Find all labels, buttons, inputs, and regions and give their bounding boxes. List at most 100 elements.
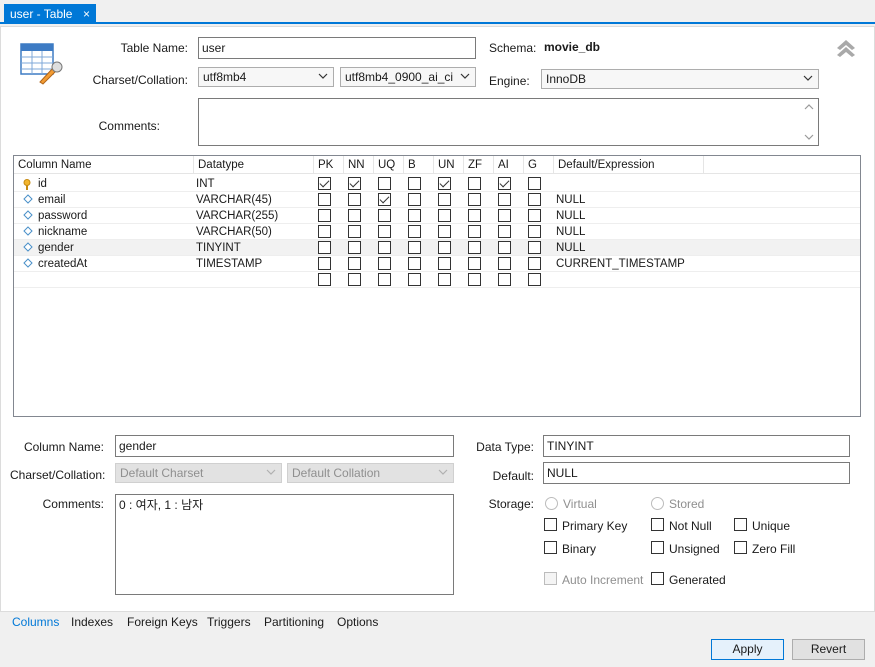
ai-checkbox[interactable]: [498, 209, 511, 222]
tab-user-table[interactable]: user - Table ×: [4, 4, 96, 24]
ai-checkbox[interactable]: [498, 273, 511, 286]
ai-checkbox[interactable]: [498, 241, 511, 254]
b-checkbox[interactable]: [408, 193, 421, 206]
pk-checkbox[interactable]: [318, 273, 331, 286]
g-checkbox[interactable]: [528, 177, 541, 190]
unique-checkbox[interactable]: [734, 518, 747, 531]
un-checkbox[interactable]: [438, 273, 451, 286]
column-comments-textarea[interactable]: 0 : 여자, 1 : 남자: [115, 494, 454, 595]
nn-checkbox[interactable]: [348, 209, 361, 222]
pk-checkbox[interactable]: [318, 209, 331, 222]
generated-checkbox[interactable]: [651, 572, 664, 585]
nn-checkbox[interactable]: [348, 241, 361, 254]
column-name-cell[interactable]: id: [38, 176, 47, 192]
collapse-up-icon[interactable]: [835, 36, 857, 58]
pk-checkbox[interactable]: [318, 225, 331, 238]
b-checkbox[interactable]: [408, 257, 421, 270]
b-checkbox[interactable]: [408, 241, 421, 254]
uq-checkbox[interactable]: [378, 177, 391, 190]
table-name-input[interactable]: user: [198, 37, 476, 59]
zf-checkbox[interactable]: [468, 273, 481, 286]
pk-checkbox[interactable]: [318, 241, 331, 254]
table-row[interactable]: gender TINYINT NULL: [14, 240, 860, 256]
unsigned-checkbox[interactable]: [651, 541, 664, 554]
default-input[interactable]: NULL: [543, 462, 850, 484]
pk-checkbox[interactable]: [318, 193, 331, 206]
table-row[interactable]: email VARCHAR(45) NULL: [14, 192, 860, 208]
collation-select[interactable]: utf8mb4_0900_ai_ci: [340, 67, 476, 87]
header-un[interactable]: UN: [434, 156, 464, 174]
column-name-cell[interactable]: password: [38, 208, 87, 224]
datatype-cell[interactable]: INT: [196, 176, 215, 192]
datatype-cell[interactable]: VARCHAR(255): [196, 208, 278, 224]
header-pk[interactable]: PK: [314, 156, 344, 174]
column-name-input[interactable]: gender: [115, 435, 454, 457]
not-null-checkbox[interactable]: [651, 518, 664, 531]
nn-checkbox[interactable]: [348, 257, 361, 270]
datatype-cell[interactable]: TIMESTAMP: [196, 256, 262, 272]
zf-checkbox[interactable]: [468, 257, 481, 270]
b-checkbox[interactable]: [408, 209, 421, 222]
ai-checkbox[interactable]: [498, 177, 511, 190]
datatype-cell[interactable]: TINYINT: [196, 240, 241, 256]
g-checkbox[interactable]: [528, 273, 541, 286]
table-comments-textarea[interactable]: [198, 98, 819, 146]
g-checkbox[interactable]: [528, 209, 541, 222]
column-name-cell[interactable]: nickname: [38, 224, 87, 240]
revert-button[interactable]: Revert: [792, 639, 865, 660]
uq-checkbox[interactable]: [378, 193, 391, 206]
data-type-input[interactable]: TINYINT: [543, 435, 850, 457]
column-name-cell[interactable]: email: [38, 192, 65, 208]
nn-checkbox[interactable]: [348, 193, 361, 206]
uq-checkbox[interactable]: [378, 241, 391, 254]
default-expression-cell[interactable]: CURRENT_TIMESTAMP: [556, 256, 685, 272]
pk-checkbox[interactable]: [318, 257, 331, 270]
zf-checkbox[interactable]: [468, 177, 481, 190]
new-row[interactable]: [14, 272, 860, 288]
datatype-cell[interactable]: VARCHAR(50): [196, 224, 272, 240]
header-ai[interactable]: AI: [494, 156, 524, 174]
default-expression-cell[interactable]: NULL: [556, 240, 585, 256]
tab-columns[interactable]: Columns: [12, 615, 59, 629]
b-checkbox[interactable]: [408, 273, 421, 286]
g-checkbox[interactable]: [528, 193, 541, 206]
zf-checkbox[interactable]: [468, 193, 481, 206]
header-column-name[interactable]: Column Name: [14, 156, 194, 174]
header-datatype[interactable]: Datatype: [194, 156, 314, 174]
header-g[interactable]: G: [524, 156, 554, 174]
header-zf[interactable]: ZF: [464, 156, 494, 174]
table-row[interactable]: createdAt TIMESTAMP CURRENT_TIMESTAMP: [14, 256, 860, 272]
zero-fill-checkbox[interactable]: [734, 541, 747, 554]
charset-select[interactable]: utf8mb4: [198, 67, 334, 87]
zf-checkbox[interactable]: [468, 209, 481, 222]
b-checkbox[interactable]: [408, 225, 421, 238]
ai-checkbox[interactable]: [498, 193, 511, 206]
uq-checkbox[interactable]: [378, 209, 391, 222]
zf-checkbox[interactable]: [468, 241, 481, 254]
default-expression-cell[interactable]: NULL: [556, 192, 585, 208]
un-checkbox[interactable]: [438, 209, 451, 222]
tab-foreign-keys[interactable]: Foreign Keys: [127, 615, 198, 629]
un-checkbox[interactable]: [438, 177, 451, 190]
engine-select[interactable]: InnoDB: [541, 69, 819, 89]
header-nn[interactable]: NN: [344, 156, 374, 174]
table-row[interactable]: id INT: [14, 176, 860, 192]
tab-partitioning[interactable]: Partitioning: [264, 615, 324, 629]
table-row[interactable]: password VARCHAR(255) NULL: [14, 208, 860, 224]
g-checkbox[interactable]: [528, 241, 541, 254]
ai-checkbox[interactable]: [498, 225, 511, 238]
datatype-cell[interactable]: VARCHAR(45): [196, 192, 272, 208]
g-checkbox[interactable]: [528, 257, 541, 270]
un-checkbox[interactable]: [438, 193, 451, 206]
header-default-expression[interactable]: Default/Expression: [554, 156, 704, 174]
column-name-cell[interactable]: createdAt: [38, 256, 87, 272]
primary-key-checkbox[interactable]: [544, 518, 557, 531]
tab-triggers[interactable]: Triggers: [207, 615, 251, 629]
tab-indexes[interactable]: Indexes: [71, 615, 113, 629]
uq-checkbox[interactable]: [378, 273, 391, 286]
pk-checkbox[interactable]: [318, 177, 331, 190]
column-name-cell[interactable]: gender: [38, 240, 74, 256]
uq-checkbox[interactable]: [378, 257, 391, 270]
un-checkbox[interactable]: [438, 257, 451, 270]
comments-scrollbar[interactable]: [801, 100, 817, 144]
